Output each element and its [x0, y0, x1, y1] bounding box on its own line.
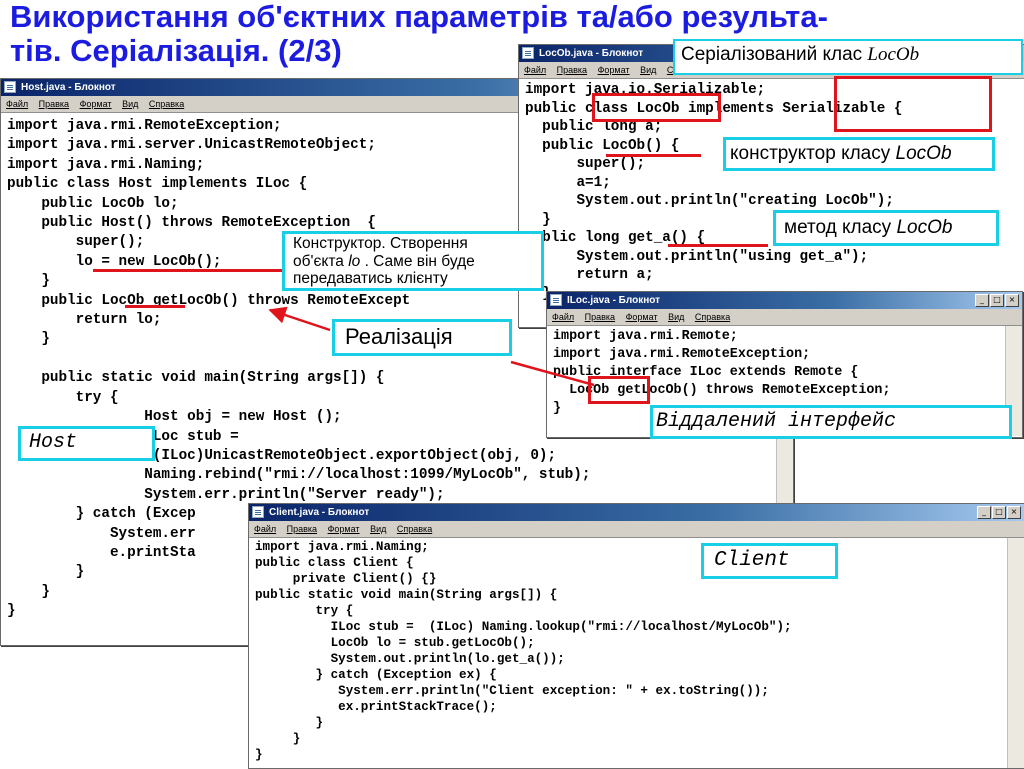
callout-host: Host [18, 426, 155, 461]
iloc-window-title: ILoc.java - Блокнот [567, 295, 661, 306]
callout-constructor-text: конструктор класу [730, 143, 896, 164]
client-code[interactable]: import java.rmi.Naming; public class Cli… [249, 538, 1024, 765]
maximize-icon[interactable]: □ [992, 506, 1006, 519]
highlight-serializable [834, 76, 992, 132]
callout-method-text: метод класу [784, 217, 897, 238]
maximize-icon[interactable]: □ [990, 294, 1004, 307]
menu-file[interactable]: Файл [254, 524, 276, 534]
callout-serialized-class-text: Серіалізований клас [681, 44, 868, 65]
client-editor[interactable]: import java.rmi.Naming; public class Cli… [249, 538, 1024, 768]
locob-window-title: LocOb.java - Блокнот [539, 48, 644, 59]
close-icon[interactable]: × [1005, 294, 1019, 307]
callout-serialized-class: Серіалізований клас LocOb [673, 39, 1023, 75]
menu-format[interactable]: Формат [598, 65, 630, 75]
callout-constructor-name: LocOb [895, 143, 952, 164]
menu-view[interactable]: Вид [640, 65, 656, 75]
underline-locob-constructor [606, 154, 701, 157]
callout-lo-line2-pre: об'єкта [293, 252, 349, 270]
menu-help[interactable]: Справка [695, 312, 730, 322]
callout-lo-line2-post: . Саме він буде [360, 252, 475, 270]
callout-remote-interface-text: Віддалений інтерфейс [656, 410, 897, 433]
minimize-icon[interactable]: _ [977, 506, 991, 519]
callout-lo-line1: Конструктор. Створення [293, 235, 468, 252]
callout-constructor: конструктор класу LocOb [723, 137, 995, 171]
menu-format[interactable]: Формат [328, 524, 360, 534]
host-window-title: Host.java - Блокнот [21, 82, 116, 93]
callout-serialized-class-name: LocOb [867, 44, 920, 65]
underline-locob-return-type [125, 305, 185, 308]
client-titlebar[interactable]: Client.java - Блокнот _ □ × [249, 504, 1024, 521]
callout-lo-object: Конструктор. Створення об'єкта lo . Саме… [282, 231, 544, 291]
menu-view[interactable]: Вид [122, 99, 138, 109]
notepad-icon [550, 294, 562, 306]
callout-realization: Реалізація [332, 319, 512, 356]
client-window[interactable]: Client.java - Блокнот _ □ × Файл Правка … [248, 503, 1024, 769]
menu-edit[interactable]: Правка [585, 312, 615, 322]
iloc-menubar: Файл Правка Формат Вид Справка [547, 309, 1022, 326]
menu-file[interactable]: Файл [6, 99, 28, 109]
notepad-icon [252, 506, 264, 518]
menu-file[interactable]: Файл [552, 312, 574, 322]
client-menubar: Файл Правка Формат Вид Справка [249, 521, 1024, 538]
underline-new-locob [93, 269, 283, 272]
minimize-icon[interactable]: _ [975, 294, 989, 307]
menu-edit[interactable]: Правка [287, 524, 317, 534]
menu-edit[interactable]: Правка [39, 99, 69, 109]
menu-help[interactable]: Справка [397, 524, 432, 534]
callout-method: метод класу LocOb [773, 210, 999, 246]
menu-view[interactable]: Вид [668, 312, 684, 322]
menu-view[interactable]: Вид [370, 524, 386, 534]
callout-realization-text: Реалізація [345, 324, 453, 349]
callout-host-text: Host [29, 431, 78, 454]
notepad-icon [522, 47, 534, 59]
underline-get-a [668, 244, 768, 247]
menu-format[interactable]: Формат [80, 99, 112, 109]
client-scrollbar[interactable] [1007, 538, 1024, 768]
menu-format[interactable]: Формат [626, 312, 658, 322]
callout-method-name: LocOb [896, 217, 953, 238]
highlight-class-locob [592, 93, 721, 122]
iloc-titlebar[interactable]: ILoc.java - Блокнот _ □ × [547, 292, 1022, 309]
callout-client: Client [701, 543, 838, 579]
callout-lo-var: lo [348, 252, 361, 270]
menu-file[interactable]: Файл [524, 65, 546, 75]
callout-remote-interface: Віддалений інтерфейс [650, 405, 1012, 439]
menu-edit[interactable]: Правка [557, 65, 587, 75]
close-icon[interactable]: × [1007, 506, 1021, 519]
callout-lo-line3: передаватись клієнту [293, 270, 448, 287]
callout-client-text: Client [714, 549, 790, 572]
menu-help[interactable]: Справка [149, 99, 184, 109]
client-window-title: Client.java - Блокнот [269, 507, 370, 518]
highlight-iloc-locob [588, 376, 650, 404]
notepad-icon [4, 81, 16, 93]
